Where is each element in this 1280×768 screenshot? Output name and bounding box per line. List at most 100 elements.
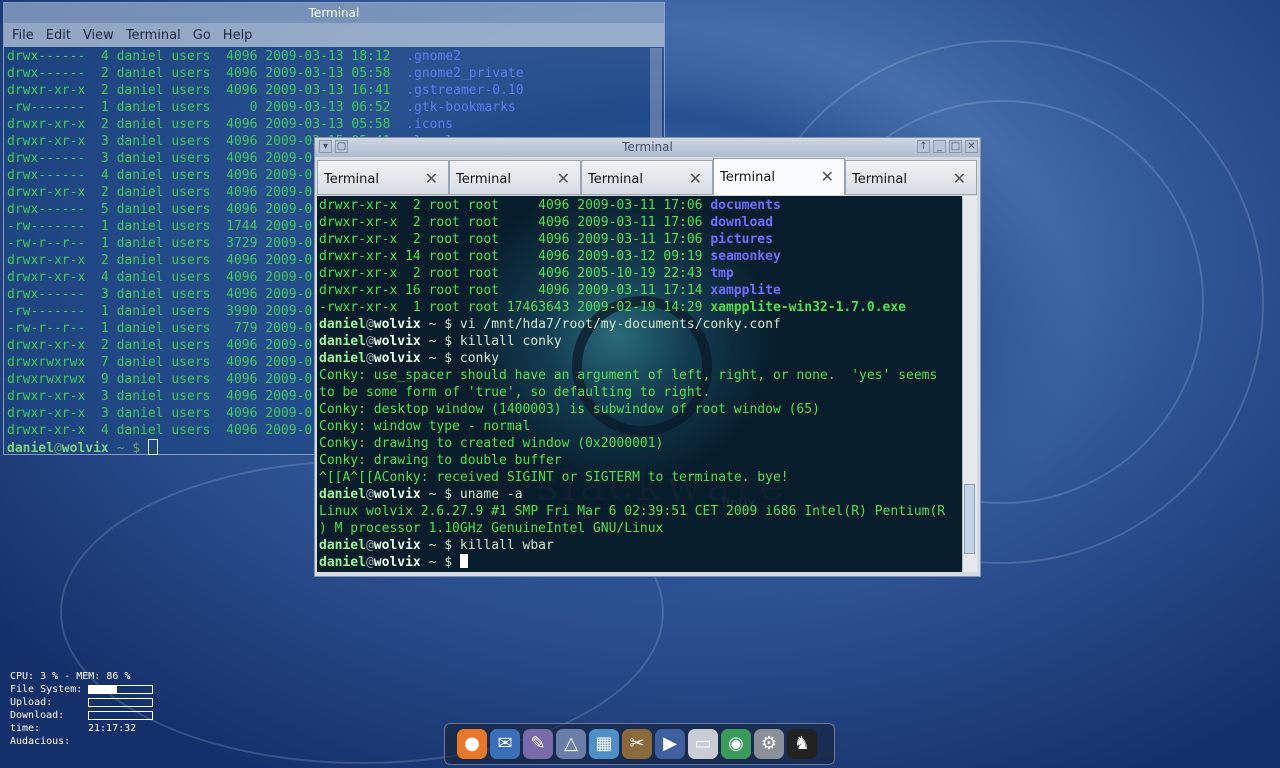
gimp-icon[interactable]: ✂ xyxy=(622,729,652,759)
menu-edit[interactable]: Edit xyxy=(46,28,71,43)
menu-view[interactable]: View xyxy=(83,28,114,43)
window-title: Terminal xyxy=(308,6,360,20)
background-terminal-titlebar[interactable]: Terminal xyxy=(4,3,664,23)
prompt-suffix: ~ $ xyxy=(420,487,460,502)
close-button[interactable]: ✕ xyxy=(965,140,978,153)
globe-icon[interactable]: ◉ xyxy=(721,729,751,759)
scrollbar-thumb[interactable] xyxy=(964,484,975,554)
close-icon[interactable]: ✕ xyxy=(425,169,438,188)
listing-entry: drwx------ 3 daniel users 4096 2009-0 xyxy=(7,151,328,166)
tab-terminal-2[interactable]: Terminal ✕ xyxy=(449,160,581,195)
listing-row: -rwxr-xr-x 1 root root 17463643 2009-02-… xyxy=(319,299,959,316)
foreground-terminal-titlebar[interactable]: Terminal ▾ ▢ ↑ _ □ ✕ xyxy=(315,138,980,157)
tux-icon[interactable]: ♞ xyxy=(787,729,817,759)
tab-terminal-1[interactable]: Terminal ✕ xyxy=(317,160,449,195)
prompt-line: daniel@wolvix ~ $ xyxy=(319,554,959,571)
filesystem-label: File System: xyxy=(10,684,83,695)
output-text: Conky: window type - normal xyxy=(319,419,531,434)
image-viewer-icon[interactable]: ▦ xyxy=(589,729,619,759)
menu-terminal[interactable]: Terminal xyxy=(126,28,181,43)
listing-row: drwxr-xr-x 2 root root 4096 2009-03-11 1… xyxy=(319,197,959,214)
terminal-output: drwxr-xr-x 2 root root 4096 2009-03-11 1… xyxy=(319,197,959,571)
prompt-suffix: ~ $ xyxy=(420,334,460,349)
listing-entry: drwxr-xr-x 2 daniel users 4096 2009-03-1… xyxy=(7,83,407,98)
listing-row: drwx------ 2 daniel users 4096 2009-03-1… xyxy=(7,65,647,82)
close-icon[interactable]: ✕ xyxy=(557,169,570,188)
maximize-button[interactable]: □ xyxy=(949,140,962,153)
prompt-line: daniel@wolvix ~ $ conky xyxy=(319,350,959,367)
tab-label: Terminal xyxy=(588,172,643,187)
listing-entry-name: download xyxy=(710,215,773,230)
prompt-suffix: ~ $ xyxy=(420,555,460,570)
shade-button[interactable]: ▢ xyxy=(335,140,348,153)
terminal-icon[interactable]: ▭ xyxy=(688,729,718,759)
listing-row: drwxr-xr-x 2 daniel users 4096 2009-03-1… xyxy=(7,82,647,99)
command-text: vi /mnt/hda7/root/my-documents/conky.con… xyxy=(459,317,781,332)
command-text: killall conky xyxy=(459,334,562,349)
menu-file[interactable]: File xyxy=(12,28,34,43)
listing-entry: -rw-r--r-- 1 daniel users 779 2009-0 xyxy=(7,321,328,336)
command-text: conky xyxy=(459,351,500,366)
prompt-at: @ xyxy=(365,334,374,349)
listing-entry: drwx------ 5 daniel users 4096 2009-0 xyxy=(7,202,328,217)
listing-row: drwxr-xr-x 16 root root 4096 2009-03-11 … xyxy=(319,282,959,299)
prompt-user: daniel xyxy=(7,441,54,456)
foreground-terminal-window[interactable]: Terminal ▾ ▢ ↑ _ □ ✕ Terminal ✕ Terminal ✕ T… xyxy=(314,137,981,577)
prompt-line: daniel@wolvix ~ $ uname -a xyxy=(319,486,959,503)
output-line: to be some form of 'true', so defaulting… xyxy=(319,384,959,401)
listing-entry: drwxr-xr-x 16 root root 4096 2009-03-11 … xyxy=(319,283,711,298)
tab-label: Terminal xyxy=(720,170,775,185)
prompt-host: wolvix xyxy=(373,351,421,366)
listing-row: drwxr-xr-x 2 root root 4096 2009-03-11 1… xyxy=(319,214,959,231)
menu-bar: File Edit View Terminal Go Help xyxy=(4,23,664,47)
listing-entry-name: xampplite-win32-1.7.0.exe xyxy=(710,300,907,315)
listing-entry-name: documents xyxy=(710,198,781,213)
output-line: Linux wolvix 2.6.27.9 #1 SMP Fri Mar 6 0… xyxy=(319,503,959,520)
prompt-suffix: ~ $ xyxy=(420,317,460,332)
settings-icon[interactable]: ⚙ xyxy=(754,729,784,759)
minimize-button[interactable]: _ xyxy=(933,140,946,153)
close-icon[interactable]: ✕ xyxy=(953,169,966,188)
listing-row: -rw------- 1 daniel users 0 2009-03-13 0… xyxy=(7,99,647,116)
inkscape-icon[interactable]: △ xyxy=(556,729,586,759)
thunderbird-icon[interactable]: ✉ xyxy=(490,729,520,759)
listing-row: drwxr-xr-x 2 root root 4096 2005-10-19 2… xyxy=(319,265,959,282)
tab-terminal-4[interactable]: Terminal ✕ xyxy=(713,158,845,195)
video-editor-icon[interactable]: ▶ xyxy=(655,729,685,759)
terminal-viewport[interactable]: slackware linux drwxr-xr-x 2 root root 4… xyxy=(317,196,962,572)
listing-entry-name: .gnome2_private xyxy=(406,66,524,81)
command-text: uname -a xyxy=(459,487,523,502)
prompt-at: @ xyxy=(365,538,374,553)
filesystem-bar-fill xyxy=(89,686,118,693)
listing-entry-name: .gstreamer-0.10 xyxy=(406,83,524,98)
menu-window-icon[interactable]: ▾ xyxy=(319,140,332,153)
close-icon[interactable]: ✕ xyxy=(821,167,834,186)
listing-entry-name: .icons xyxy=(406,117,454,132)
menu-help[interactable]: Help xyxy=(223,28,253,43)
listing-entry: drwxr-xr-x 4 daniel users 4096 2009-0 xyxy=(7,270,328,285)
time-label: time: xyxy=(10,723,41,734)
firefox-icon[interactable]: ● xyxy=(457,729,487,759)
keep-above-button[interactable]: ↑ xyxy=(917,140,930,153)
listing-row: drwx------ 4 daniel users 4096 2009-03-1… xyxy=(7,48,647,65)
close-icon[interactable]: ✕ xyxy=(689,169,702,188)
menu-go[interactable]: Go xyxy=(193,28,211,43)
download-label: Download: xyxy=(10,710,65,721)
tab-terminal-3[interactable]: Terminal ✕ xyxy=(581,160,713,195)
listing-entry: drwxr-xr-x 14 root root 4096 2009-03-12 … xyxy=(319,249,711,264)
cursor xyxy=(147,439,158,455)
listing-row: drwxr-xr-x 14 root root 4096 2009-03-12 … xyxy=(319,248,959,265)
output-line: ^[[A^[[AConky: received SIGINT or SIGTER… xyxy=(319,469,959,486)
listing-entry: drwxr-xr-x 2 daniel users 4096 2009-03-1… xyxy=(7,117,407,132)
upload-label: Upload: xyxy=(10,697,53,708)
cursor xyxy=(459,554,468,568)
terminal-scrollbar[interactable] xyxy=(962,196,977,572)
background-terminal-prompt[interactable]: daniel@wolvix ~ $ xyxy=(7,439,158,457)
prompt-at: @ xyxy=(365,317,374,332)
pidgin-icon[interactable]: ✎ xyxy=(523,729,553,759)
listing-entry: drwxr-xr-x 2 daniel users 4096 2009-0 xyxy=(7,185,328,200)
tab-bar: Terminal ✕ Terminal ✕ Terminal ✕ Terminal ✕ Term… xyxy=(317,158,978,195)
tab-terminal-5[interactable]: Terminal ✕ xyxy=(845,160,977,195)
prompt-line: daniel@wolvix ~ $ killall wbar xyxy=(319,537,959,554)
listing-entry-name: .gnome2 xyxy=(406,49,461,64)
